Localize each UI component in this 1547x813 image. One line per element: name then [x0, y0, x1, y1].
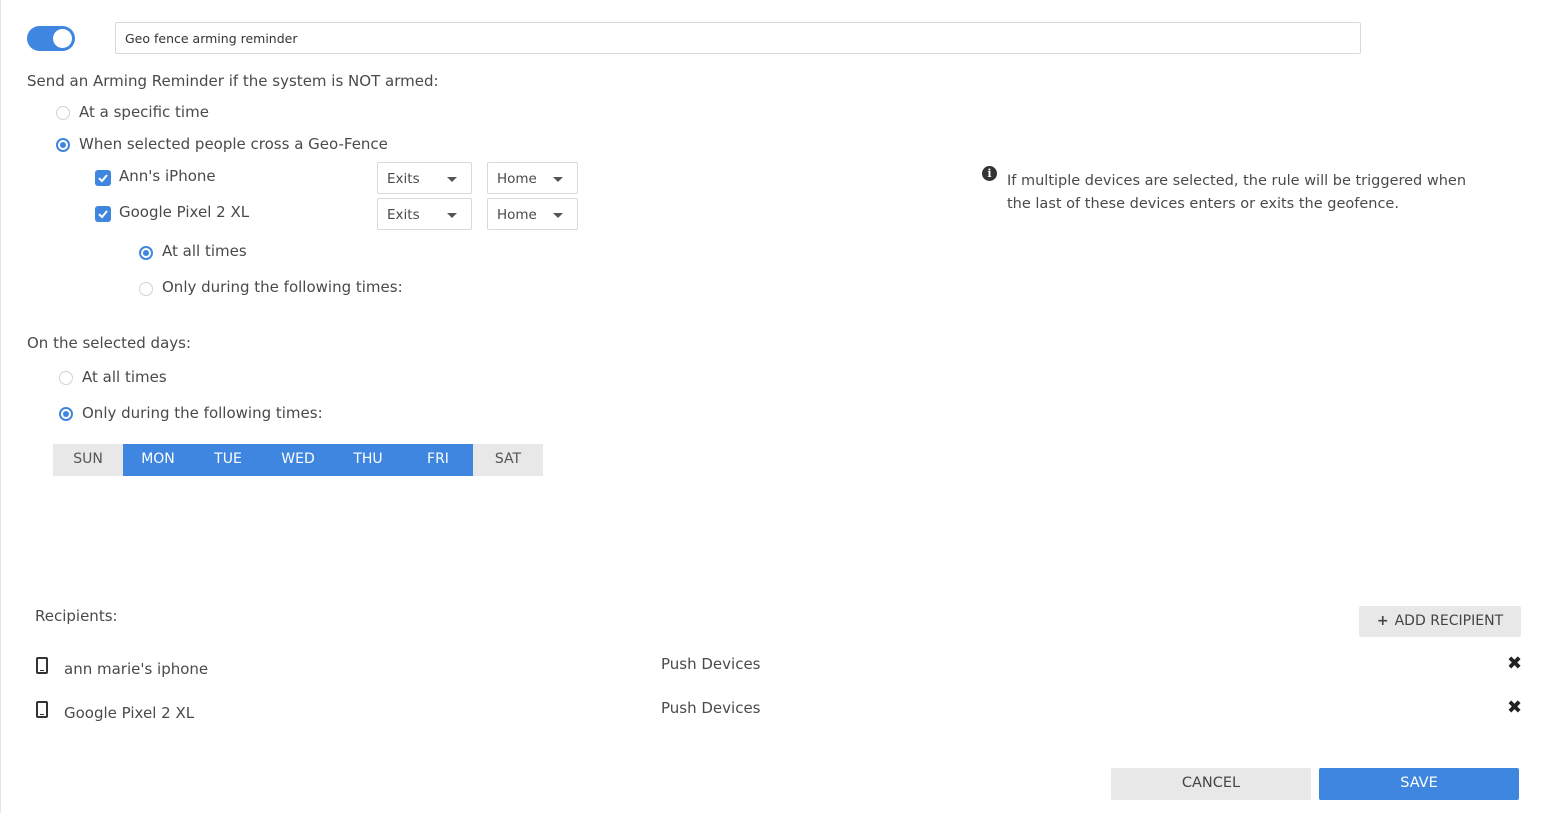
info-icon: i [982, 166, 997, 181]
caret-down-icon [553, 177, 563, 182]
radio-days-all-times-label[interactable]: At all times [82, 368, 167, 386]
caret-down-icon [553, 213, 563, 218]
rule-enabled-toggle[interactable] [27, 26, 75, 51]
rule-name-input[interactable] [115, 22, 1361, 54]
toggle-knob [53, 29, 72, 48]
select-value: Home [497, 207, 537, 223]
select-value: Exits [387, 207, 420, 223]
save-button[interactable]: SAVE [1319, 768, 1519, 800]
caret-down-icon [447, 177, 457, 182]
day-sat[interactable]: SAT [473, 444, 543, 476]
phone-icon [36, 657, 48, 674]
radio-specific-time-label[interactable]: At a specific time [79, 103, 209, 121]
radio-device-following-times-label[interactable]: Only during the following times: [162, 278, 403, 296]
radio-days-all-times[interactable] [59, 371, 73, 385]
recipient-name-1: ann marie's iphone [64, 660, 209, 678]
days-heading: On the selected days: [27, 334, 192, 352]
caret-down-icon [447, 213, 457, 218]
device-checkbox-anns-iphone[interactable] [95, 170, 111, 186]
day-mon[interactable]: MON [123, 444, 193, 476]
recipient-type-1: Push Devices [661, 655, 761, 673]
plus-icon: + [1376, 613, 1389, 629]
device-checkbox-google-pixel[interactable] [95, 206, 111, 222]
reminder-heading: Send an Arming Reminder if the system is… [27, 72, 439, 90]
radio-device-all-times[interactable] [139, 246, 153, 260]
day-thu[interactable]: THU [333, 444, 403, 476]
radio-geofence-label[interactable]: When selected people cross a Geo-Fence [79, 135, 388, 153]
device-action-select-2[interactable]: Exits [377, 198, 472, 230]
remove-recipient-2-icon[interactable]: ✖ [1507, 699, 1522, 717]
day-wed[interactable]: WED [263, 444, 333, 476]
cancel-button[interactable]: CANCEL [1111, 768, 1311, 800]
radio-days-following-times-label[interactable]: Only during the following times: [82, 404, 323, 422]
select-value: Home [497, 171, 537, 187]
day-selector: SUN MON TUE WED THU FRI SAT [53, 444, 543, 476]
add-recipient-label: ADD RECIPIENT [1394, 613, 1504, 629]
select-value: Exits [387, 171, 420, 187]
device-action-select-1[interactable]: Exits [377, 162, 472, 194]
radio-device-following-times[interactable] [139, 282, 153, 296]
checkmark-icon [98, 174, 108, 183]
day-sun[interactable]: SUN [53, 444, 123, 476]
recipients-heading: Recipients: [35, 607, 118, 625]
checkmark-icon [98, 210, 108, 219]
info-text: If multiple devices are selected, the ru… [1007, 173, 1467, 212]
radio-device-all-times-label[interactable]: At all times [162, 242, 247, 260]
radio-specific-time[interactable] [56, 106, 70, 120]
remove-recipient-1-icon[interactable]: ✖ [1507, 655, 1522, 673]
day-tue[interactable]: TUE [193, 444, 263, 476]
add-recipient-button[interactable]: + ADD RECIPIENT [1359, 606, 1521, 637]
device-location-select-1[interactable]: Home [487, 162, 578, 194]
recipient-name-2: Google Pixel 2 XL [64, 704, 195, 722]
recipient-type-2: Push Devices [661, 699, 761, 717]
device-label-anns-iphone: Ann's iPhone [119, 167, 216, 185]
day-fri[interactable]: FRI [403, 444, 473, 476]
device-label-google-pixel: Google Pixel 2 XL [119, 203, 250, 221]
device-location-select-2[interactable]: Home [487, 198, 578, 230]
phone-icon [36, 701, 48, 718]
radio-days-following-times[interactable] [59, 407, 73, 421]
radio-geofence[interactable] [56, 138, 70, 152]
